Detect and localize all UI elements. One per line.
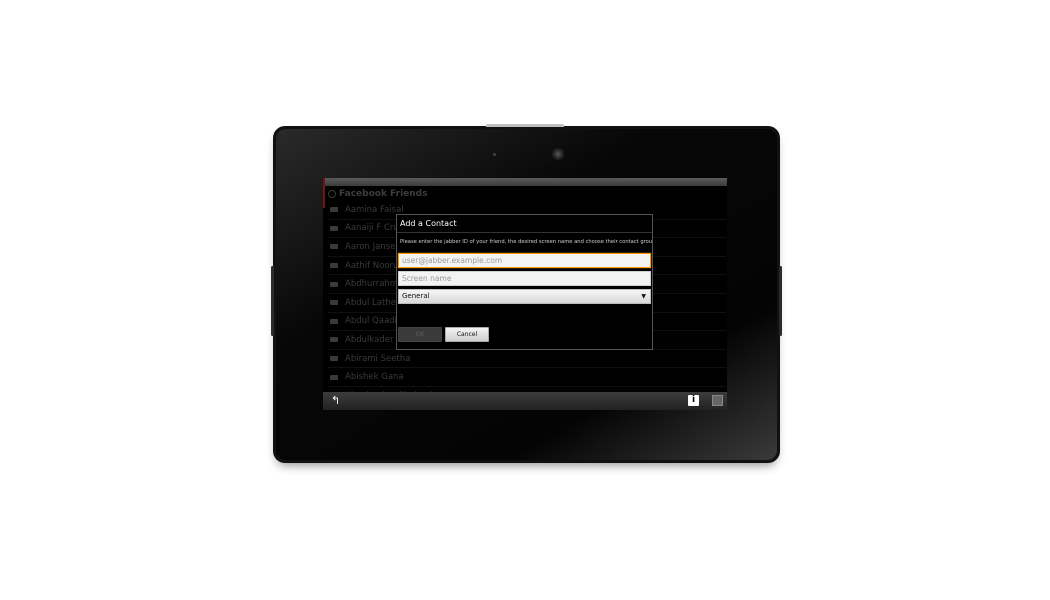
contact-name: Abdul Qaadir (345, 316, 401, 327)
contact-group-header[interactable]: Facebook Friends (328, 187, 726, 201)
light-sensor (493, 153, 496, 156)
dialog-title: Add a Contact (400, 219, 457, 228)
presence-icon (330, 318, 338, 324)
info-icon[interactable]: i (688, 395, 699, 406)
menu-icon[interactable] (712, 395, 723, 406)
presence-icon (330, 374, 338, 380)
presence-icon (330, 300, 338, 306)
contact-name: Abdulkader T (345, 334, 402, 345)
presence-icon (330, 337, 338, 343)
device-bezel: Facebook Friends Aamina Faisal Aanaiji F … (276, 129, 777, 460)
contact-name: Abirami Seetha (345, 353, 411, 364)
presence-icon (330, 244, 338, 250)
power-button (486, 124, 564, 127)
dialog-message: Please enter the jabber ID of your frien… (400, 239, 652, 245)
tablet-device: Facebook Friends Aamina Faisal Aanaiji F … (271, 124, 782, 463)
collapse-icon (328, 190, 336, 198)
contact-row[interactable]: Abirami Seetha (328, 350, 726, 369)
side-button-right (779, 266, 782, 336)
presence-icon (330, 207, 338, 213)
contact-name: Aaron Jansen (345, 241, 401, 252)
front-camera-icon (552, 148, 564, 160)
app-screen: Facebook Friends Aamina Faisal Aanaiji F … (323, 178, 727, 410)
ok-button[interactable]: OK (398, 327, 442, 342)
selection-accent (323, 178, 325, 208)
side-button-left (271, 266, 274, 336)
selected-group: General (402, 292, 430, 300)
dialog-divider (397, 232, 652, 233)
contact-group-select[interactable]: General ▼ (398, 289, 651, 304)
title-bar (323, 178, 727, 186)
chevron-down-icon: ▼ (641, 293, 646, 300)
jabber-id-input[interactable] (398, 253, 651, 268)
group-title: Facebook Friends (339, 189, 428, 199)
presence-icon (330, 281, 338, 287)
contact-row[interactable]: Abishek Gana (328, 368, 726, 387)
cancel-button[interactable]: Cancel (445, 327, 489, 342)
back-arrow-icon[interactable]: ↰ (331, 394, 340, 408)
contact-name: Abishek Gana (345, 372, 404, 383)
contact-name: Aamina Faisal (345, 204, 404, 215)
presence-icon (330, 356, 338, 362)
presence-icon (330, 225, 338, 231)
presence-icon (330, 263, 338, 269)
screen-name-input[interactable] (398, 271, 651, 286)
contact-name: Aanaiji F Cruz (345, 223, 404, 234)
add-contact-dialog: Add a Contact Please enter the jabber ID… (396, 214, 653, 350)
bottom-toolbar: ↰ i (323, 392, 727, 410)
